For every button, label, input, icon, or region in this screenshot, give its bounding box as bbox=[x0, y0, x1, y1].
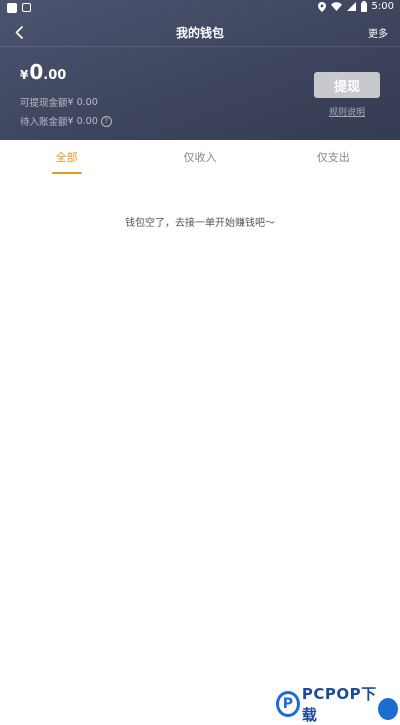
location-icon bbox=[317, 1, 326, 12]
wifi-icon bbox=[330, 2, 342, 11]
currency-symbol: ¥ bbox=[20, 68, 29, 82]
nav-bar: 我的钱包 更多 bbox=[0, 18, 400, 47]
status-icons: 5:00 bbox=[317, 1, 394, 12]
notification-icon-secondary bbox=[22, 3, 31, 12]
withdrawable-row: 可提现金额 ¥ 0.00 bbox=[20, 95, 98, 110]
rules-link[interactable]: 规则说明 bbox=[314, 105, 380, 118]
wallet-header: 5:00 我的钱包 更多 ¥ 0 .00 可提现金额 ¥ 0.00 待入账金额 … bbox=[0, 0, 400, 140]
battery-icon bbox=[360, 1, 367, 12]
more-button[interactable]: 更多 bbox=[368, 25, 388, 40]
withdraw-button[interactable]: 提现 bbox=[314, 72, 380, 98]
balance-decimal: .00 bbox=[43, 68, 67, 83]
watermark-text: PCPOP下载 bbox=[301, 685, 377, 724]
withdrawable-label: 可提现金额 bbox=[20, 98, 68, 109]
help-icon[interactable]: ? bbox=[100, 115, 112, 127]
status-bar: 5:00 bbox=[0, 0, 400, 16]
tab-expense-only[interactable]: 仅支出 bbox=[267, 140, 400, 176]
page-title: 我的钱包 bbox=[175, 26, 224, 40]
pending-value: ¥ 0.00 bbox=[67, 115, 98, 127]
watermark: P PCPOP下载 bbox=[276, 683, 400, 725]
watermark-badge-icon bbox=[376, 696, 400, 722]
status-time: 5:00 bbox=[371, 1, 394, 12]
watermark-logo: P bbox=[276, 691, 300, 717]
empty-state-message: 钱包空了，去接一单开始赚钱吧～ bbox=[125, 218, 275, 229]
pending-row: 待入账金额 ¥ 0.00 ? bbox=[20, 114, 112, 128]
tab-all[interactable]: 全部 bbox=[0, 140, 133, 176]
tab-income-only[interactable]: 仅收入 bbox=[133, 140, 266, 176]
transaction-tabs: 全部 仅收入 仅支出 bbox=[0, 140, 400, 176]
balance-integer: 0 bbox=[29, 60, 44, 84]
withdrawable-value: ¥ 0.00 bbox=[67, 96, 98, 108]
pending-label: 待入账金额 bbox=[20, 117, 68, 128]
notification-icon bbox=[7, 3, 17, 13]
balance-amount: ¥ 0 .00 bbox=[20, 60, 66, 84]
signal-icon bbox=[346, 2, 356, 11]
